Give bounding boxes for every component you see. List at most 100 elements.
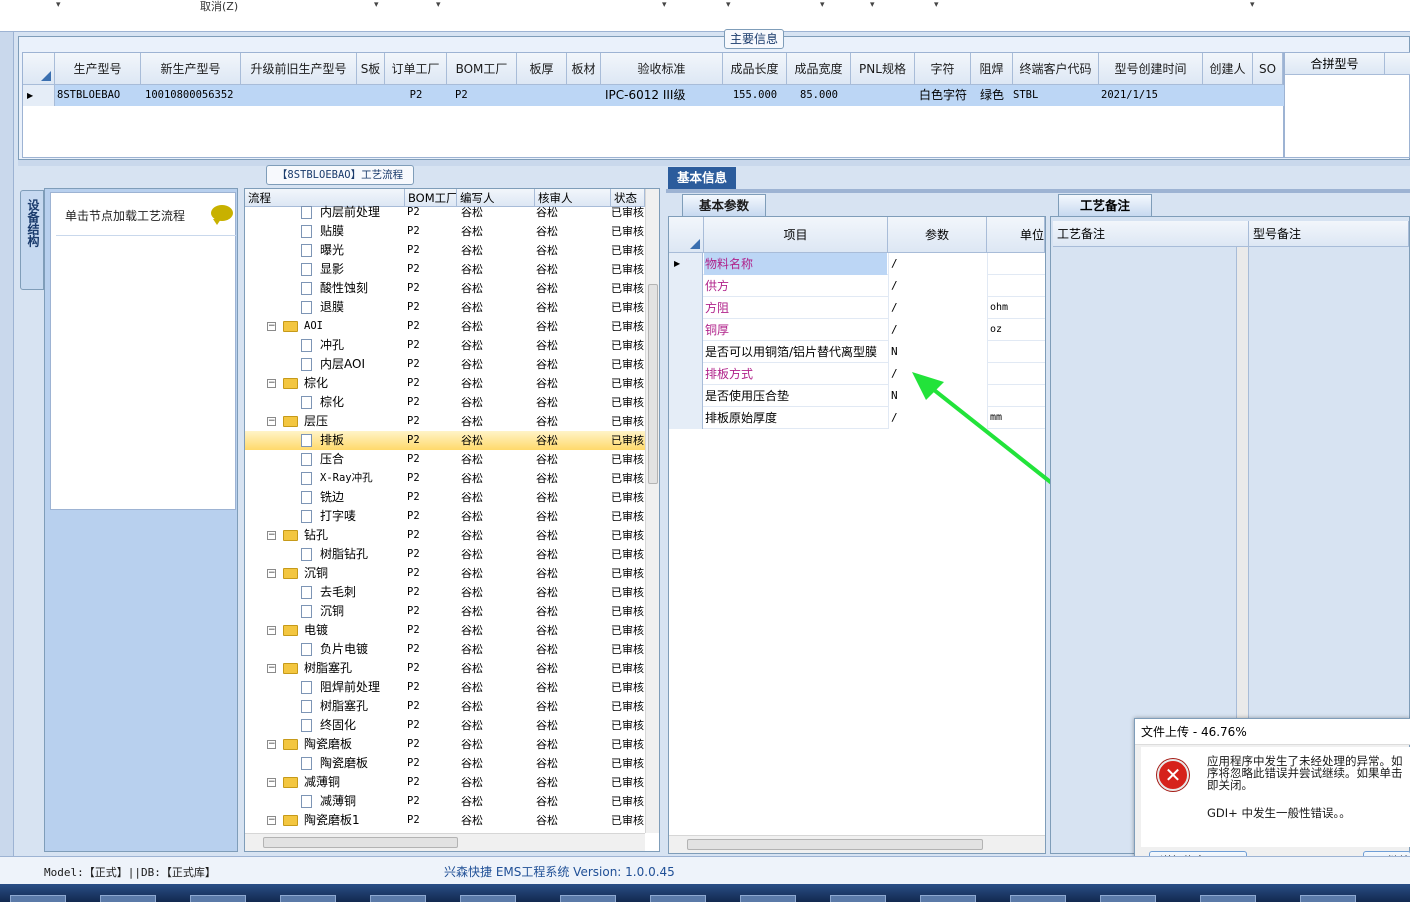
- column-header[interactable]: 阻焊: [971, 53, 1013, 85]
- dropdown-arrow-icon[interactable]: ▾: [436, 0, 441, 10]
- collapse-toggle-icon[interactable]: −: [267, 379, 276, 388]
- tree-node[interactable]: − 棕化 P2 谷松 谷松 已审核: [245, 374, 645, 393]
- column-header[interactable]: 成品长度: [723, 53, 787, 85]
- table-cell[interactable]: 85.000: [787, 85, 851, 106]
- column-header[interactable]: 新生产型号: [141, 53, 241, 85]
- column-header[interactable]: 板材: [567, 53, 601, 85]
- taskbar-item[interactable]: [280, 895, 336, 902]
- param-value[interactable]: /: [888, 275, 987, 297]
- tree-node[interactable]: 阻焊前处理 P2 谷松 谷松 已审核: [245, 678, 645, 697]
- tree-node[interactable]: − 树脂塞孔 P2 谷松 谷松 已审核: [245, 659, 645, 678]
- table-cell[interactable]: IPC-6012 III级: [601, 85, 723, 106]
- taskbar-item[interactable]: [1010, 895, 1066, 902]
- column-header-process-remark[interactable]: 工艺备注: [1053, 221, 1249, 247]
- basic-params-grid[interactable]: 项目 参数 单位 ▶ 物料名称 / 供方 / 方阻 / ohm 铜厚 / oz 是否可以用铜箔/铝片替…: [668, 216, 1046, 854]
- column-header-unit[interactable]: 单位: [987, 217, 1045, 253]
- column-header[interactable]: SO: [1253, 53, 1283, 85]
- row-indicator[interactable]: [669, 385, 703, 407]
- cancel-button[interactable]: 取消(Z): [200, 0, 238, 14]
- tree-node[interactable]: 棕化 P2 谷松 谷松 已审核: [245, 393, 645, 412]
- collapse-toggle-icon[interactable]: −: [267, 778, 276, 787]
- tree-node[interactable]: 酸性蚀刻 P2 谷松 谷松 已审核: [245, 279, 645, 298]
- param-value[interactable]: /: [888, 319, 987, 341]
- column-header[interactable]: 板厚: [517, 53, 567, 85]
- scrollbar-thumb[interactable]: [648, 284, 658, 484]
- tree-node[interactable]: − 减薄铜 P2 谷松 谷松 已审核: [245, 773, 645, 792]
- param-value[interactable]: /: [888, 253, 987, 275]
- tree-node[interactable]: 曝光 P2 谷松 谷松 已审核: [245, 241, 645, 260]
- collapse-toggle-icon[interactable]: −: [267, 569, 276, 578]
- tree-node[interactable]: 去毛刺 P2 谷松 谷松 已审核: [245, 583, 645, 602]
- row-indicator[interactable]: [669, 319, 703, 341]
- tree-node[interactable]: 负片电镀 P2 谷松 谷松 已审核: [245, 640, 645, 659]
- collapse-toggle-icon[interactable]: −: [267, 664, 276, 673]
- collapse-toggle-icon[interactable]: −: [267, 531, 276, 540]
- grid-corner[interactable]: [23, 53, 55, 85]
- table-cell[interactable]: [241, 85, 357, 106]
- tree-node[interactable]: 树脂塞孔 P2 谷松 谷松 已审核: [245, 697, 645, 716]
- column-header-param[interactable]: 参数: [888, 217, 987, 253]
- table-cell[interactable]: 2021/1/15: [1099, 85, 1203, 106]
- table-cell[interactable]: 155.000: [723, 85, 787, 106]
- tree-node[interactable]: 压合 P2 谷松 谷松 已审核: [245, 450, 645, 469]
- dropdown-arrow-icon[interactable]: ▾: [820, 0, 825, 10]
- column-header[interactable]: PNL规格: [851, 53, 915, 85]
- column-header[interactable]: 创建人: [1203, 53, 1253, 85]
- dropdown-arrow-icon[interactable]: ▾: [726, 0, 731, 10]
- tab-basic-params[interactable]: 基本参数: [682, 194, 766, 216]
- tree-node[interactable]: − 层压 P2 谷松 谷松 已审核: [245, 412, 645, 431]
- table-cell[interactable]: 绿色: [971, 85, 1013, 106]
- column-header-model-remark[interactable]: 型号备注: [1249, 221, 1409, 247]
- horizontal-splitter[interactable]: [18, 160, 1410, 166]
- dropdown-arrow-icon[interactable]: ▾: [56, 0, 61, 10]
- row-indicator[interactable]: [669, 363, 703, 385]
- grid-corner[interactable]: [669, 217, 704, 253]
- tree-node[interactable]: − 钻孔 P2 谷松 谷松 已审核: [245, 526, 645, 545]
- tree-node[interactable]: 沉铜 P2 谷松 谷松 已审核: [245, 602, 645, 621]
- param-value[interactable]: /: [888, 297, 987, 319]
- tree-node[interactable]: 树脂钻孔 P2 谷松 谷松 已审核: [245, 545, 645, 564]
- table-cell[interactable]: [1203, 85, 1253, 106]
- tree-node[interactable]: 内层前处理 P2 谷松 谷松 已审核: [245, 203, 645, 222]
- row-indicator[interactable]: [669, 275, 703, 297]
- tree-node[interactable]: 陶瓷磨板 P2 谷松 谷松 已审核: [245, 754, 645, 773]
- collapse-toggle-icon[interactable]: −: [267, 816, 276, 825]
- tree-node[interactable]: 终固化 P2 谷松 谷松 已审核: [245, 716, 645, 735]
- table-cell[interactable]: [567, 85, 601, 106]
- scrollbar-thumb[interactable]: [687, 839, 983, 850]
- column-header[interactable]: 生产型号: [55, 53, 141, 85]
- taskbar-item[interactable]: [460, 895, 516, 902]
- vertical-scrollbar[interactable]: [645, 189, 659, 833]
- tree-node[interactable]: 打字唛 P2 谷松 谷松 已审核: [245, 507, 645, 526]
- collapse-toggle-icon[interactable]: −: [267, 740, 276, 749]
- table-cell[interactable]: P2: [385, 85, 447, 106]
- tree-node[interactable]: X-Ray冲孔 P2 谷松 谷松 已审核: [245, 469, 645, 488]
- tree-node[interactable]: − 电镀 P2 谷松 谷松 已审核: [245, 621, 645, 640]
- tree-node[interactable]: 内层AOI P2 谷松 谷松 已审核: [245, 355, 645, 374]
- dropdown-arrow-icon[interactable]: ▾: [1250, 0, 1255, 10]
- table-cell[interactable]: [357, 85, 385, 106]
- collapse-toggle-icon[interactable]: −: [267, 626, 276, 635]
- param-row[interactable]: ▶ 物料名称 /: [669, 253, 1045, 275]
- collapse-toggle-icon[interactable]: −: [267, 322, 276, 331]
- collapse-toggle-icon[interactable]: −: [267, 417, 276, 426]
- tree-node[interactable]: − 沉铜 P2 谷松 谷松 已审核: [245, 564, 645, 583]
- column-header[interactable]: 升级前旧生产型号: [241, 53, 357, 85]
- taskbar-item[interactable]: [1300, 895, 1356, 902]
- equipment-tree[interactable]: 单击节点加载工艺流程: [50, 192, 236, 510]
- tree-node[interactable]: − 陶瓷磨板 P2 谷松 谷松 已审核: [245, 735, 645, 754]
- column-header[interactable]: 终端客户代码: [1013, 53, 1099, 85]
- table-cell[interactable]: [517, 85, 567, 106]
- tree-node[interactable]: 显影 P2 谷松 谷松 已审核: [245, 260, 645, 279]
- horizontal-scrollbar[interactable]: [245, 833, 645, 851]
- column-header[interactable]: 型号创建时间: [1099, 53, 1203, 85]
- table-cell[interactable]: 白色字符: [915, 85, 971, 106]
- row-indicator[interactable]: [669, 341, 703, 363]
- dropdown-arrow-icon[interactable]: ▾: [934, 0, 939, 10]
- table-cell[interactable]: 8STBLOEBAO: [55, 85, 141, 106]
- tree-node[interactable]: 退膜 P2 谷松 谷松 已审核: [245, 298, 645, 317]
- taskbar-item[interactable]: [650, 895, 706, 902]
- row-indicator[interactable]: [669, 407, 703, 429]
- tree-node[interactable]: − AOI P2 谷松 谷松 已审核: [245, 317, 645, 336]
- tree-node[interactable]: 冲孔 P2 谷松 谷松 已审核: [245, 336, 645, 355]
